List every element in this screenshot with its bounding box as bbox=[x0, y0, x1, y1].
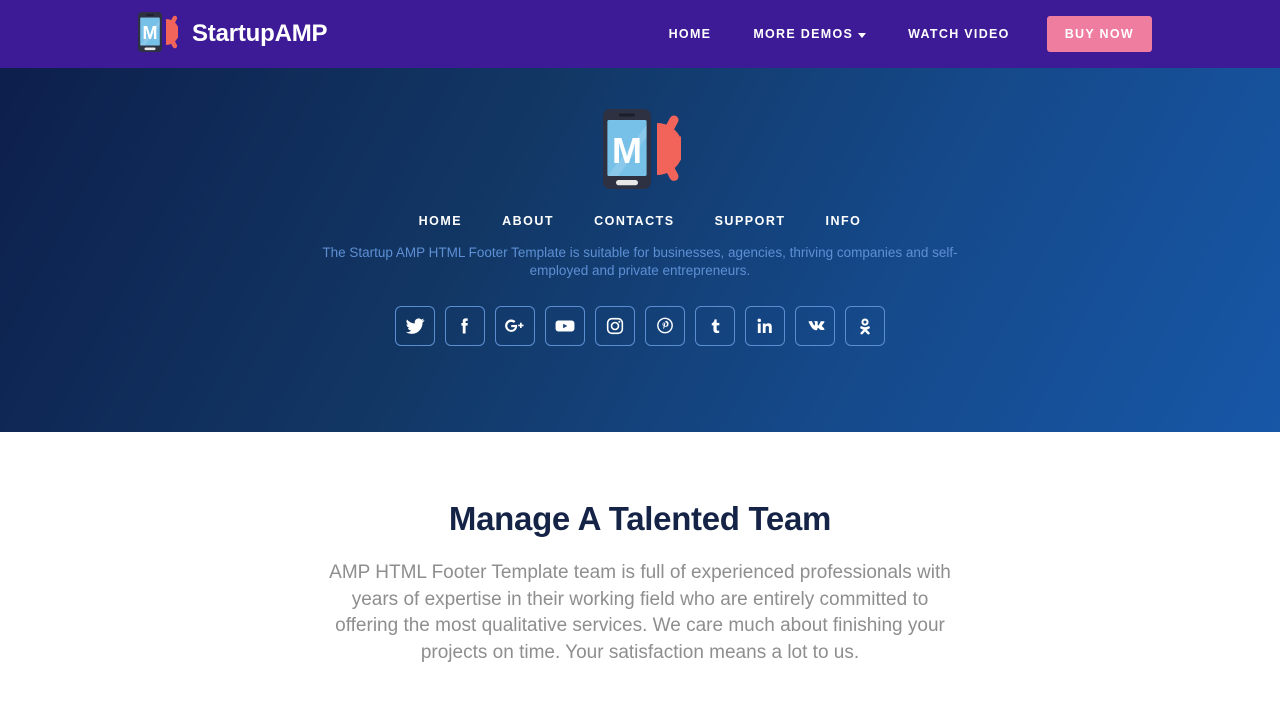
nav-item-watch-video[interactable]: WATCH VIDEO bbox=[887, 27, 1031, 41]
social-link-instagram[interactable] bbox=[595, 306, 635, 346]
pinterest-icon bbox=[655, 316, 675, 336]
startup-amp-phone-megaphone-logo-icon: M bbox=[136, 10, 183, 59]
footer-description: The Startup AMP HTML Footer Template is … bbox=[322, 245, 958, 278]
social-link-youtube[interactable] bbox=[545, 306, 585, 346]
social-link-facebook[interactable] bbox=[445, 306, 485, 346]
content-section: Manage A Talented Team AMP HTML Footer T… bbox=[0, 432, 1280, 720]
nav-item-home[interactable]: HOME bbox=[648, 27, 733, 41]
twitter-icon bbox=[405, 316, 425, 336]
youtube-icon bbox=[554, 316, 576, 336]
main-navigation: HOME MORE DEMOS WATCH VIDEO BUY NOW bbox=[648, 16, 1152, 52]
site-header: M StartupAMP HOME MORE DEMOS WATCH VIDEO… bbox=[0, 0, 1280, 68]
instagram-icon bbox=[605, 316, 625, 336]
facebook-icon bbox=[455, 316, 475, 336]
chevron-down-icon bbox=[858, 32, 867, 38]
social-link-google-plus[interactable] bbox=[495, 306, 535, 346]
page-title: Manage A Talented Team bbox=[448, 500, 832, 537]
brand-name: StartupAMP bbox=[192, 20, 328, 47]
nav-item-watch-video-label: WATCH VIDEO bbox=[908, 27, 1010, 41]
social-link-twitter[interactable] bbox=[395, 306, 435, 346]
linkedin-icon bbox=[755, 316, 775, 336]
content-paragraph: AMP HTML Footer Template team is full of… bbox=[329, 562, 951, 663]
svg-text:M: M bbox=[143, 23, 158, 43]
odnoklassniki-icon bbox=[855, 316, 875, 336]
nav-item-more-demos-label: MORE DEMOS bbox=[753, 27, 854, 41]
social-link-vk[interactable] bbox=[795, 306, 835, 346]
social-link-pinterest[interactable] bbox=[645, 306, 685, 346]
google-plus-icon bbox=[504, 316, 526, 336]
footer-nav-item-support[interactable]: SUPPORT bbox=[695, 214, 806, 228]
tumblr-icon bbox=[705, 316, 725, 336]
vk-icon bbox=[803, 316, 827, 336]
svg-text:M: M bbox=[612, 130, 642, 171]
hero-startup-amp-phone-megaphone-logo-icon: M bbox=[599, 105, 689, 198]
buy-now-button[interactable]: BUY NOW bbox=[1046, 16, 1152, 52]
social-link-odnoklassniki[interactable] bbox=[845, 306, 885, 346]
footer-hero-section: M HOME ABOUT CONTACTS SUPPORT INFO The S… bbox=[0, 68, 1280, 432]
footer-nav-item-contacts[interactable]: CONTACTS bbox=[574, 214, 695, 228]
nav-item-home-label: HOME bbox=[668, 27, 712, 41]
footer-nav-item-info[interactable]: INFO bbox=[806, 214, 882, 228]
social-link-linkedin[interactable] bbox=[745, 306, 785, 346]
footer-nav-item-home[interactable]: HOME bbox=[399, 214, 483, 228]
footer-navigation: HOME ABOUT CONTACTS SUPPORT INFO bbox=[399, 214, 882, 228]
social-links-row bbox=[395, 306, 885, 346]
brand-logo-link[interactable]: M StartupAMP bbox=[136, 10, 328, 59]
nav-item-more-demos[interactable]: MORE DEMOS bbox=[732, 27, 887, 41]
footer-nav-item-about[interactable]: ABOUT bbox=[482, 214, 574, 228]
social-link-tumblr[interactable] bbox=[695, 306, 735, 346]
